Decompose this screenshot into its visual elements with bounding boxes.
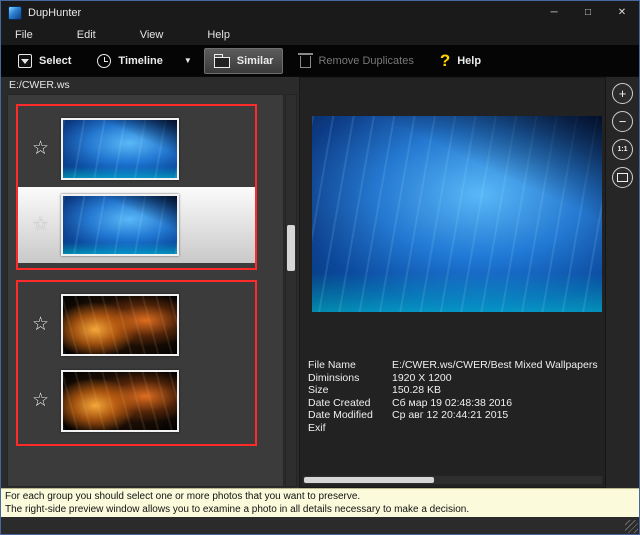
remove-duplicates-button[interactable]: Remove Duplicates	[291, 48, 422, 73]
help-button[interactable]: ? Help	[431, 49, 490, 73]
detail-value: Сб мар 19 02:48:38 2016	[392, 397, 512, 410]
list-scrollbar-thumb[interactable]	[287, 225, 295, 271]
detail-value: 150.28 KB	[392, 384, 441, 397]
menu-edit[interactable]: Edit	[71, 26, 102, 44]
detail-row-date-modified: Date Modified Ср авг 12 20:44:21 2015	[308, 409, 601, 422]
timeline-dropdown-arrow[interactable]: ▼	[180, 50, 196, 71]
window-controls: ─ □ ✕	[537, 1, 639, 24]
duplicate-group-2: ☆ ☆	[16, 280, 257, 446]
file-details: File Name E:/CWER.ws/CWER/Best Mixed Wal…	[308, 359, 601, 434]
detail-label: Date Created	[308, 397, 392, 410]
folder-icon	[214, 57, 230, 68]
detail-label: File Name	[308, 359, 392, 372]
preview-image[interactable]	[312, 116, 602, 312]
window-title: DupHunter	[28, 7, 81, 19]
trash-icon	[300, 56, 311, 68]
duplicate-groups-list: ☆ ☆ ☆ ☆	[7, 94, 284, 487]
preview-scrollbar-thumb[interactable]	[304, 477, 434, 483]
zoom-in-button[interactable]: +	[612, 83, 633, 104]
similar-button[interactable]: Similar	[204, 48, 284, 74]
detail-row-dimensions: Diminsions 1920 X 1200	[308, 372, 601, 385]
detail-value: 1920 X 1200	[392, 372, 452, 385]
duplicate-group-1: ☆ ☆	[16, 104, 257, 270]
menu-help[interactable]: Help	[201, 26, 236, 44]
photo-row[interactable]: ☆	[18, 363, 255, 439]
select-icon	[18, 54, 32, 68]
photo-thumbnail[interactable]	[61, 294, 179, 356]
zoom-toolbar: + − 1:1	[605, 77, 639, 488]
menu-file[interactable]: File	[9, 26, 39, 44]
status-line-1: For each group you should select one or …	[5, 490, 635, 503]
app-icon	[8, 6, 22, 20]
detail-label: Size	[308, 384, 392, 397]
timeline-button-label: Timeline	[118, 55, 162, 67]
clock-icon	[97, 54, 111, 68]
title-bar: DupHunter ─ □ ✕	[1, 1, 639, 24]
timeline-button[interactable]: Timeline	[88, 49, 171, 73]
detail-row-exif: Exif	[308, 422, 601, 435]
similar-button-label: Similar	[237, 55, 274, 67]
maximize-button[interactable]: □	[571, 1, 605, 24]
star-icon[interactable]: ☆	[32, 139, 49, 159]
status-line-2: The right-side preview window allows you…	[5, 503, 635, 516]
star-icon[interactable]: ☆	[32, 391, 49, 411]
select-button[interactable]: Select	[9, 49, 80, 73]
select-button-label: Select	[39, 55, 71, 67]
photo-thumbnail[interactable]	[61, 194, 179, 256]
minimize-button[interactable]: ─	[537, 1, 571, 24]
photo-row[interactable]: ☆	[18, 287, 255, 363]
zoom-out-button[interactable]: −	[612, 111, 633, 132]
remove-duplicates-label: Remove Duplicates	[318, 55, 413, 67]
star-icon[interactable]: ☆	[32, 315, 49, 335]
photo-thumbnail[interactable]	[61, 118, 179, 180]
actual-size-button[interactable]: 1:1	[612, 139, 633, 160]
menu-view[interactable]: View	[134, 26, 170, 44]
app-window: DupHunter ─ □ ✕ File Edit View Help Sele…	[0, 0, 640, 535]
menu-bar: File Edit View Help	[1, 24, 639, 45]
current-path: E:/CWER.ws	[9, 79, 70, 91]
fit-to-window-button[interactable]	[612, 167, 633, 188]
preview-horizontal-scrollbar[interactable]	[302, 475, 603, 485]
detail-label: Date Modified	[308, 409, 392, 422]
detail-label: Exif	[308, 422, 392, 435]
status-bar: For each group you should select one or …	[1, 488, 639, 517]
detail-row-filename: File Name E:/CWER.ws/CWER/Best Mixed Wal…	[308, 359, 601, 372]
photo-row-selected[interactable]: ☆	[18, 187, 255, 263]
window-bottom-edge	[1, 517, 639, 534]
photo-thumbnail[interactable]	[61, 370, 179, 432]
detail-value: Ср авг 12 20:44:21 2015	[392, 409, 508, 422]
help-button-label: Help	[457, 55, 481, 67]
star-icon[interactable]: ☆	[32, 215, 49, 235]
help-icon: ?	[440, 54, 450, 68]
detail-row-date-created: Date Created Сб мар 19 02:48:38 2016	[308, 397, 601, 410]
preview-panel: File Name E:/CWER.ws/CWER/Best Mixed Wal…	[299, 77, 606, 488]
main-toolbar: Select Timeline ▼ Similar Remove Duplica…	[1, 45, 639, 77]
close-button[interactable]: ✕	[605, 1, 639, 24]
detail-label: Diminsions	[308, 372, 392, 385]
detail-value: E:/CWER.ws/CWER/Best Mixed Wallpapers Pa…	[392, 359, 601, 372]
resize-grip[interactable]	[625, 520, 638, 533]
photo-row[interactable]: ☆	[18, 111, 255, 187]
detail-row-size: Size 150.28 KB	[308, 384, 601, 397]
list-vertical-scrollbar[interactable]	[285, 94, 297, 487]
